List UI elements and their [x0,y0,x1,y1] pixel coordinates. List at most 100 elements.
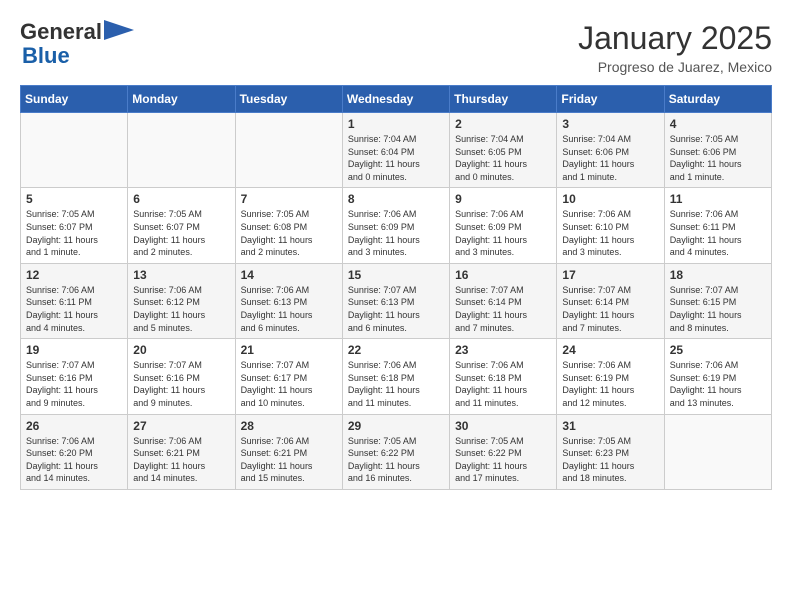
day-info: Sunrise: 7:06 AM Sunset: 6:11 PM Dayligh… [670,208,766,258]
day-info: Sunrise: 7:05 AM Sunset: 6:23 PM Dayligh… [562,435,658,485]
day-number: 21 [241,343,337,357]
calendar-cell: 25Sunrise: 7:06 AM Sunset: 6:19 PM Dayli… [664,339,771,414]
calendar-cell: 31 Sunrise: 7:05 AM Sunset: 6:23 PM Dayli… [557,414,664,489]
day-info: Sunrise: 7:06 AM Sunset: 6:21 PM Dayligh… [133,435,229,485]
header-wednesday: Wednesday [342,86,449,113]
day-info: Sunrise: 7:06 AM Sunset: 6:13 PM Dayligh… [241,284,337,334]
day-number: 14 [241,268,337,282]
title-block: January 2025 Progreso de Juarez, Mexico [578,20,772,75]
day-number: 3 [562,117,658,131]
day-info: Sunrise: 7:06 AM Sunset: 6:19 PM Dayligh… [562,359,658,409]
day-number: 12 [26,268,122,282]
header-saturday: Saturday [664,86,771,113]
day-info: Sunrise: 7:07 AM Sunset: 6:16 PM Dayligh… [26,359,122,409]
calendar-week-1: 1Sunrise: 7:04 AM Sunset: 6:04 PM Daylig… [21,113,772,188]
calendar-cell: 9 Sunrise: 7:06 AM Sunset: 6:09 PM Daylig… [450,188,557,263]
day-number: 28 [241,419,337,433]
header-thursday: Thursday [450,86,557,113]
day-number: 22 [348,343,444,357]
day-info: Sunrise: 7:06 AM Sunset: 6:09 PM Dayligh… [348,208,444,258]
calendar-cell: 27 Sunrise: 7:06 AM Sunset: 6:21 PM Dayli… [128,414,235,489]
calendar-cell: 23 Sunrise: 7:06 AM Sunset: 6:18 PM Dayli… [450,339,557,414]
day-number: 6 [133,192,229,206]
calendar-subtitle: Progreso de Juarez, Mexico [578,59,772,75]
day-number: 30 [455,419,551,433]
day-info: Sunrise: 7:05 AM Sunset: 6:07 PM Dayligh… [133,208,229,258]
logo-arrow-icon [104,20,134,40]
day-number: 1 [348,117,444,131]
day-number: 17 [562,268,658,282]
calendar-cell [21,113,128,188]
day-info: Sunrise: 7:04 AM Sunset: 6:05 PM Dayligh… [455,133,551,183]
day-number: 25 [670,343,766,357]
calendar-cell: 22 Sunrise: 7:06 AM Sunset: 6:18 PM Dayli… [342,339,449,414]
calendar-cell: 12 Sunrise: 7:06 AM Sunset: 6:11 PM Dayli… [21,263,128,338]
day-info: Sunrise: 7:05 AM Sunset: 6:06 PM Dayligh… [670,133,766,183]
day-info: Sunrise: 7:06 AM Sunset: 6:18 PM Dayligh… [348,359,444,409]
day-info: Sunrise: 7:06 AM Sunset: 6:18 PM Dayligh… [455,359,551,409]
logo: General Blue [20,20,134,68]
calendar-cell: 29Sunrise: 7:05 AM Sunset: 6:22 PM Dayli… [342,414,449,489]
calendar-cell: 4 Sunrise: 7:05 AM Sunset: 6:06 PM Daylig… [664,113,771,188]
calendar-cell: 26Sunrise: 7:06 AM Sunset: 6:20 PM Dayli… [21,414,128,489]
day-info: Sunrise: 7:06 AM Sunset: 6:09 PM Dayligh… [455,208,551,258]
calendar-cell: 7Sunrise: 7:05 AM Sunset: 6:08 PM Daylig… [235,188,342,263]
calendar-cell: 28 Sunrise: 7:06 AM Sunset: 6:21 PM Dayli… [235,414,342,489]
day-number: 23 [455,343,551,357]
header-sunday: Sunday [21,86,128,113]
day-number: 16 [455,268,551,282]
day-info: Sunrise: 7:07 AM Sunset: 6:15 PM Dayligh… [670,284,766,334]
calendar-cell [664,414,771,489]
day-number: 4 [670,117,766,131]
calendar-week-5: 26Sunrise: 7:06 AM Sunset: 6:20 PM Dayli… [21,414,772,489]
day-number: 5 [26,192,122,206]
day-number: 24 [562,343,658,357]
calendar-cell: 3 Sunrise: 7:04 AM Sunset: 6:06 PM Daylig… [557,113,664,188]
day-number: 8 [348,192,444,206]
day-info: Sunrise: 7:05 AM Sunset: 6:08 PM Dayligh… [241,208,337,258]
calendar-cell: 13 Sunrise: 7:06 AM Sunset: 6:12 PM Dayli… [128,263,235,338]
calendar-cell: 10 Sunrise: 7:06 AM Sunset: 6:10 PM Dayli… [557,188,664,263]
day-number: 18 [670,268,766,282]
calendar-week-2: 5 Sunrise: 7:05 AM Sunset: 6:07 PM Daylig… [21,188,772,263]
calendar-week-3: 12 Sunrise: 7:06 AM Sunset: 6:11 PM Dayli… [21,263,772,338]
day-number: 11 [670,192,766,206]
calendar-cell: 18 Sunrise: 7:07 AM Sunset: 6:15 PM Dayli… [664,263,771,338]
calendar-cell: 1Sunrise: 7:04 AM Sunset: 6:04 PM Daylig… [342,113,449,188]
day-info: Sunrise: 7:07 AM Sunset: 6:17 PM Dayligh… [241,359,337,409]
calendar-cell: 19Sunrise: 7:07 AM Sunset: 6:16 PM Dayli… [21,339,128,414]
header-friday: Friday [557,86,664,113]
day-number: 10 [562,192,658,206]
logo-general: General [20,19,102,44]
day-number: 31 [562,419,658,433]
day-info: Sunrise: 7:06 AM Sunset: 6:21 PM Dayligh… [241,435,337,485]
day-info: Sunrise: 7:07 AM Sunset: 6:13 PM Dayligh… [348,284,444,334]
day-info: Sunrise: 7:06 AM Sunset: 6:11 PM Dayligh… [26,284,122,334]
calendar-cell [235,113,342,188]
calendar-cell: 2 Sunrise: 7:04 AM Sunset: 6:05 PM Daylig… [450,113,557,188]
day-info: Sunrise: 7:04 AM Sunset: 6:06 PM Dayligh… [562,133,658,183]
day-number: 13 [133,268,229,282]
calendar-cell: 11 Sunrise: 7:06 AM Sunset: 6:11 PM Dayli… [664,188,771,263]
day-info: Sunrise: 7:07 AM Sunset: 6:14 PM Dayligh… [455,284,551,334]
calendar-cell: 5 Sunrise: 7:05 AM Sunset: 6:07 PM Daylig… [21,188,128,263]
calendar-week-4: 19Sunrise: 7:07 AM Sunset: 6:16 PM Dayli… [21,339,772,414]
day-info: Sunrise: 7:05 AM Sunset: 6:22 PM Dayligh… [348,435,444,485]
day-info: Sunrise: 7:06 AM Sunset: 6:20 PM Dayligh… [26,435,122,485]
day-info: Sunrise: 7:06 AM Sunset: 6:12 PM Dayligh… [133,284,229,334]
calendar-header-row: SundayMondayTuesdayWednesdayThursdayFrid… [21,86,772,113]
day-info: Sunrise: 7:07 AM Sunset: 6:16 PM Dayligh… [133,359,229,409]
day-info: Sunrise: 7:05 AM Sunset: 6:07 PM Dayligh… [26,208,122,258]
calendar-cell [128,113,235,188]
calendar-cell: 17 Sunrise: 7:07 AM Sunset: 6:14 PM Dayli… [557,263,664,338]
day-number: 9 [455,192,551,206]
day-info: Sunrise: 7:07 AM Sunset: 6:14 PM Dayligh… [562,284,658,334]
day-number: 27 [133,419,229,433]
day-info: Sunrise: 7:06 AM Sunset: 6:10 PM Dayligh… [562,208,658,258]
day-number: 2 [455,117,551,131]
logo-blue: Blue [22,43,70,68]
header-tuesday: Tuesday [235,86,342,113]
calendar-cell: 21 Sunrise: 7:07 AM Sunset: 6:17 PM Dayli… [235,339,342,414]
day-number: 20 [133,343,229,357]
calendar-table: SundayMondayTuesdayWednesdayThursdayFrid… [20,85,772,490]
